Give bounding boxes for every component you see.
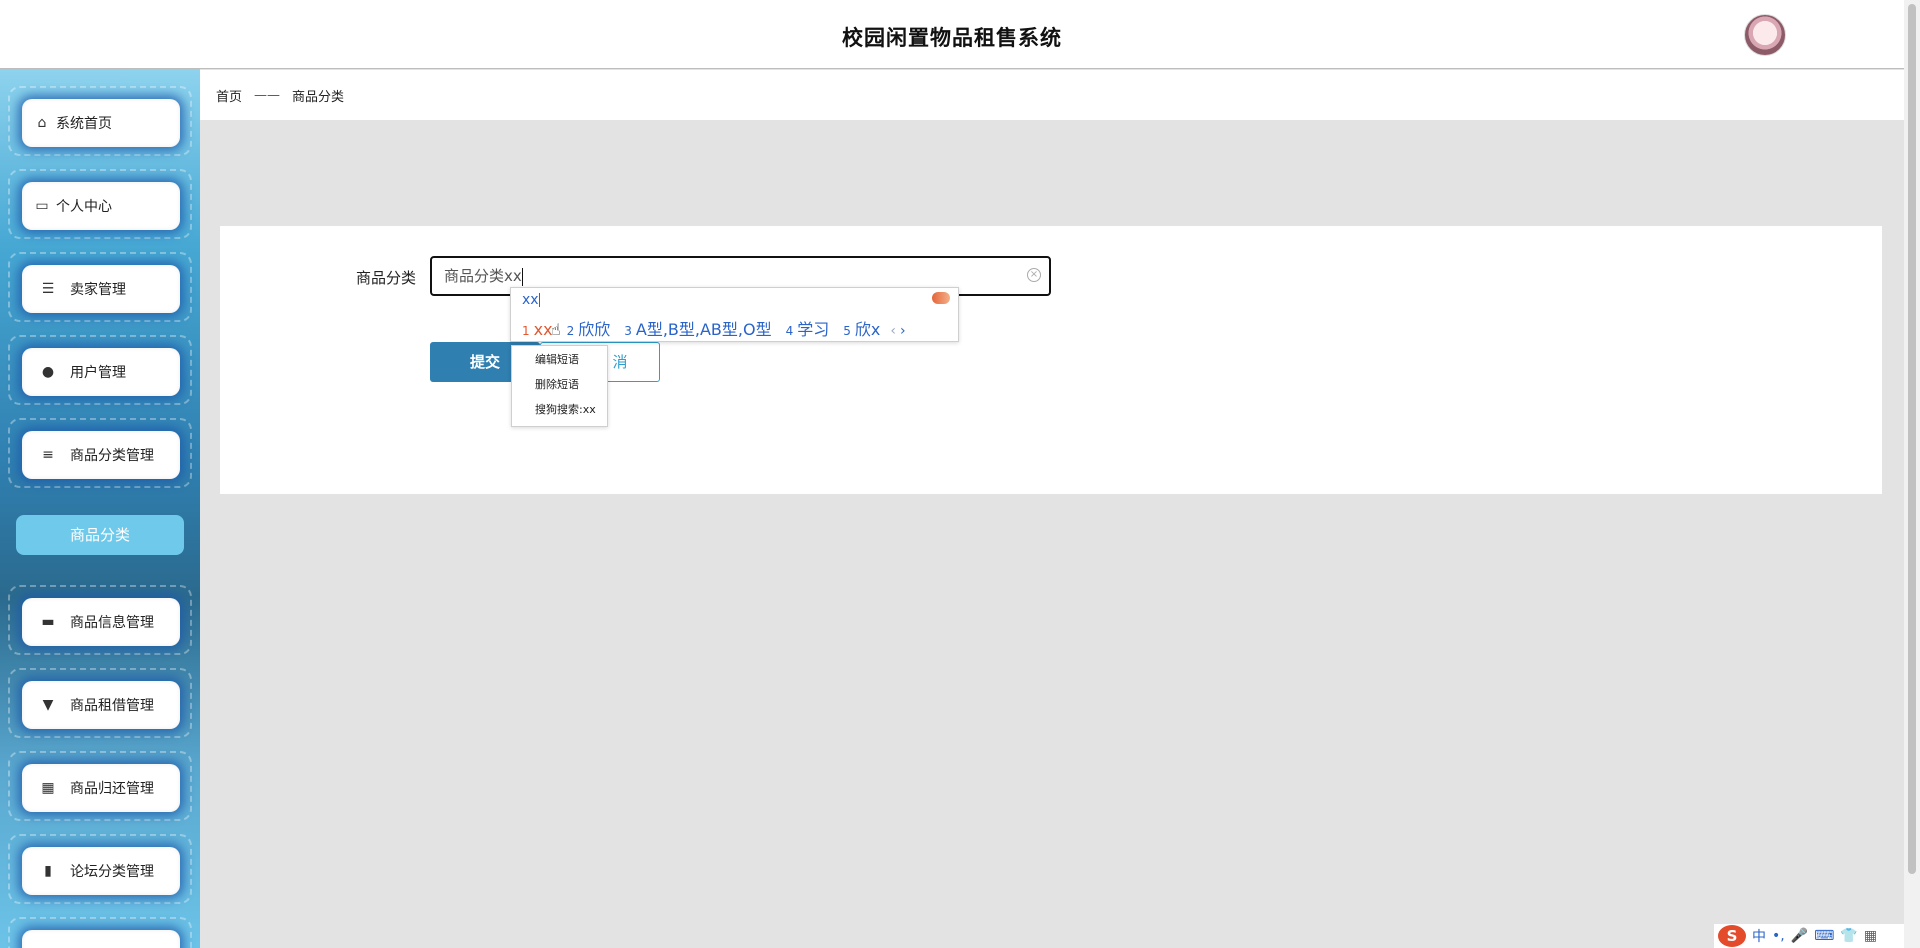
ime-candidate[interactable]: 4 学习: [786, 316, 830, 340]
menu-item-edit-phrase[interactable]: 编辑短语: [512, 352, 607, 377]
ime-status-bar: S 中 •, 🎤 ⌨ 👕 ▦: [1714, 924, 1904, 948]
user-icon: ●: [41, 364, 55, 380]
sidebar-item-label: 商品信息管理: [70, 615, 154, 631]
menu-icon: ≡: [42, 447, 54, 463]
sidebar-item-rental-button[interactable]: ▼ 商品租借管理: [22, 681, 180, 729]
sidebar-item-return-button[interactable]: ▦ 商品归还管理: [22, 764, 180, 812]
sogou-logo-icon[interactable]: S: [1718, 925, 1746, 947]
sidebar-item-rental[interactable]: ▼ 商品租借管理: [8, 668, 192, 738]
chevron-left-icon[interactable]: ‹: [890, 323, 896, 339]
menu-item-sogou-search[interactable]: 搜狗搜索:xx: [512, 402, 607, 427]
candidate-text: xx: [533, 320, 553, 339]
ime-candidate[interactable]: 1 xx: [522, 320, 553, 339]
sidebar-item-label: 卖家管理: [70, 282, 126, 298]
ime-skin-icon[interactable]: [932, 292, 950, 304]
breadcrumb-home[interactable]: 首页: [216, 86, 242, 105]
sidebar-item-more-button[interactable]: [22, 930, 180, 948]
ime-composition-text: xx: [522, 292, 539, 308]
breadcrumb-current: 商品分类: [292, 89, 345, 105]
sidebar-subitem-category[interactable]: 商品分类: [16, 515, 184, 555]
candidate-index: 4: [785, 324, 794, 338]
ime-page-arrows[interactable]: ‹ ›: [890, 323, 905, 339]
category-input-value: 商品分类xx: [444, 267, 522, 285]
form-card: 商品分类 商品分类xx × 提交 消: [220, 226, 1882, 494]
skin-icon[interactable]: 👕: [1840, 928, 1857, 944]
home-icon: ⌂: [37, 115, 47, 131]
candidate-text: 欣欣: [578, 320, 611, 339]
sidebar-item-profile-button[interactable]: ▭ 个人中心: [22, 182, 180, 230]
sidebar-item-profile[interactable]: ▭ 个人中心: [8, 169, 192, 239]
sidebar-item-return[interactable]: ▦ 商品归还管理: [8, 751, 192, 821]
page-scrollbar[interactable]: [1904, 0, 1920, 948]
microphone-icon[interactable]: 🎤: [1791, 928, 1808, 944]
ime-caret: [538, 293, 540, 307]
candidate-text: A型,B型,AB型,O型: [635, 320, 772, 339]
monitor-icon: ▬: [41, 614, 55, 630]
ime-candidate-list: 1 xx 2 欣欣 3 A型,B型,AB型,O型 4 学习 5 欣x ‹ ›: [522, 316, 906, 340]
sidebar-item-label: 系统首页: [56, 116, 112, 132]
books-icon: ▮: [44, 863, 52, 879]
menu-item-delete-phrase[interactable]: 删除短语: [512, 377, 607, 402]
candidate-index: 5: [843, 324, 851, 338]
sidebar: ⌂ 系统首页 ▭ 个人中心 ☰ 卖家管理 ● 用户管理 ≡ 商品分类管理 商品分…: [0, 69, 200, 948]
punctuation-icon[interactable]: •,: [1772, 928, 1785, 944]
sidebar-item-product-info-button[interactable]: ▬ 商品信息管理: [22, 598, 180, 646]
sidebar-item-product-info[interactable]: ▬ 商品信息管理: [8, 585, 192, 655]
sidebar-item-label: 商品租借管理: [70, 698, 154, 714]
sidebar-item-label: 商品归还管理: [70, 781, 154, 797]
top-header: 校园闲置物品租售系统: [0, 0, 1904, 69]
sidebar-item-label: 商品分类管理: [70, 448, 154, 464]
sidebar-item-sellers[interactable]: ☰ 卖家管理: [8, 252, 192, 322]
scrollbar-thumb[interactable]: [1908, 4, 1916, 874]
sidebar-item-category-mgmt[interactable]: ≡ 商品分类管理: [8, 418, 192, 488]
candidate-index: 1: [522, 324, 530, 338]
category-label: 商品分类: [356, 269, 417, 287]
grid-icon: ▦: [41, 780, 55, 796]
sidebar-item-sellers-button[interactable]: ☰ 卖家管理: [22, 265, 180, 313]
breadcrumb-separator: ——: [254, 87, 281, 103]
ime-context-menu: 编辑短语 删除短语 搜狗搜索:xx: [511, 345, 608, 427]
page-title: 校园闲置物品租售系统: [842, 26, 1062, 50]
clear-icon[interactable]: ×: [1027, 268, 1041, 282]
toolbox-icon[interactable]: ▦: [1864, 928, 1877, 944]
candidate-index: 3: [624, 324, 632, 338]
ime-composition: xx: [522, 292, 540, 308]
breadcrumb: 首页 —— 商品分类: [200, 70, 1904, 120]
sidebar-item-category-mgmt-button[interactable]: ≡ 商品分类管理: [22, 431, 180, 479]
sidebar-item-forum-category[interactable]: ▮ 论坛分类管理: [8, 834, 192, 904]
sidebar-item-label: 个人中心: [56, 199, 112, 215]
cancel-button-label: 消: [612, 353, 628, 371]
ime-candidate[interactable]: 2 欣欣: [567, 316, 611, 340]
avatar[interactable]: [1744, 14, 1786, 56]
sidebar-item-users[interactable]: ● 用户管理: [8, 335, 192, 405]
candidate-text: 欣x: [854, 320, 881, 339]
sidebar-item-home[interactable]: ⌂ 系统首页: [8, 86, 192, 156]
sidebar-item-users-button[interactable]: ● 用户管理: [22, 348, 180, 396]
text-caret: [521, 267, 523, 286]
card-icon: ▭: [35, 198, 49, 214]
sidebar-item-label: 论坛分类管理: [70, 864, 154, 880]
sidebar-item-label: 用户管理: [70, 365, 126, 381]
candidate-text: 学习: [797, 320, 830, 339]
candidate-index: 2: [566, 324, 575, 338]
ime-candidate[interactable]: 5 欣x: [843, 316, 880, 340]
brush-icon: ▼: [42, 697, 54, 713]
sidebar-item-more[interactable]: [8, 917, 192, 948]
ime-candidate[interactable]: 3 A型,B型,AB型,O型: [624, 316, 771, 340]
sidebar-item-home-button[interactable]: ⌂ 系统首页: [22, 99, 180, 147]
chevron-right-icon[interactable]: ›: [900, 323, 906, 339]
hand-cursor-icon: ☝: [551, 322, 561, 339]
ime-chinese-mode[interactable]: 中: [1752, 926, 1766, 946]
sidebar-item-forum-category-button[interactable]: ▮ 论坛分类管理: [22, 847, 180, 895]
ime-candidate-window: xx 1 xx 2 欣欣 3 A型,B型,AB型,O型 4 学习 5 欣x ‹ ›: [510, 287, 959, 342]
keyboard-icon[interactable]: ⌨: [1814, 928, 1834, 944]
list-icon: ☰: [41, 281, 55, 297]
